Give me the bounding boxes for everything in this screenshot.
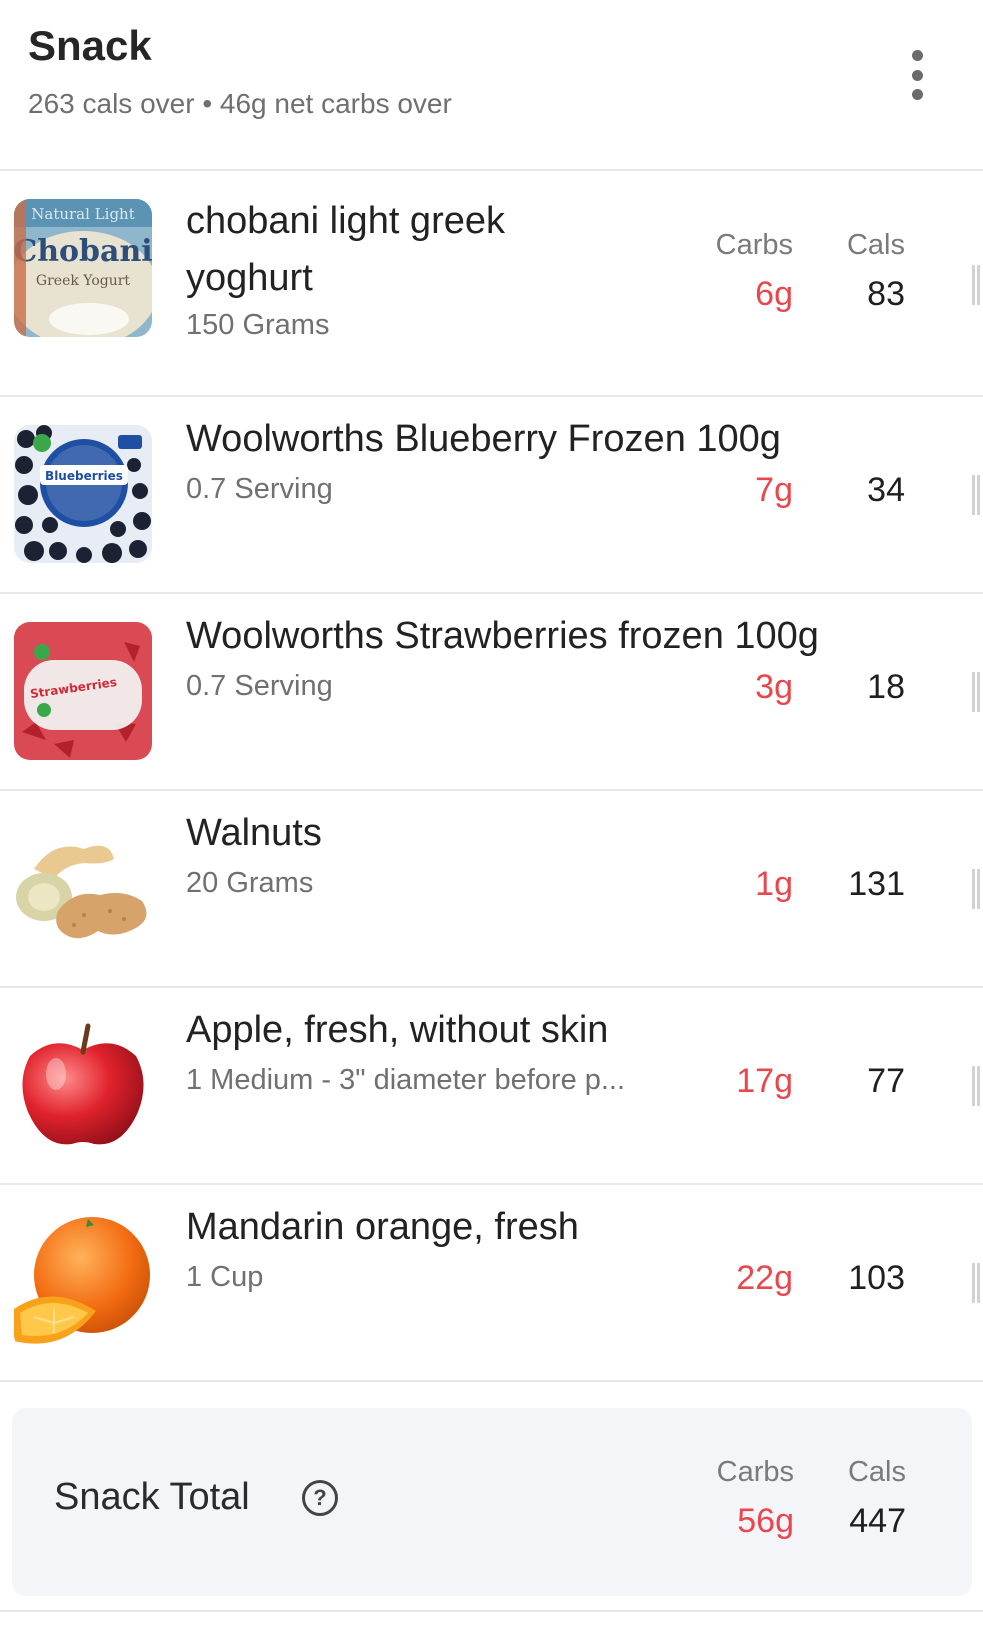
apple-icon <box>14 1016 152 1154</box>
more-options-icon[interactable] <box>902 50 932 100</box>
food-item-apple[interactable]: Apple, fresh, without skin 1 Medium - 3"… <box>0 988 983 1183</box>
cals-column-label: Cals <box>847 1456 906 1488</box>
cals-value: 18 <box>867 668 905 706</box>
food-name: Walnuts <box>186 812 322 854</box>
meal-title: Snack <box>28 22 152 69</box>
divider <box>0 1610 983 1612</box>
total-carbs-value: 56g <box>737 1502 794 1540</box>
cals-value: 77 <box>867 1062 905 1100</box>
blueberries-pack-image: Blueberries <box>14 425 152 563</box>
drag-handle-icon[interactable] <box>972 672 980 712</box>
nuts-icon <box>14 819 152 957</box>
divider <box>0 1380 983 1382</box>
food-quantity: 0.7 Serving <box>186 670 333 702</box>
carbs-value: 1g <box>755 865 793 903</box>
question-circle-icon[interactable]: ? <box>302 1480 338 1516</box>
total-cals-value: 447 <box>849 1502 906 1540</box>
food-item-strawberries[interactable]: Strawberries Woolworths Strawberries fro… <box>0 594 983 789</box>
carbs-value: 22g <box>736 1259 793 1297</box>
food-name: Woolworths Strawberries frozen 100g <box>186 615 819 657</box>
pack-label: Blueberries <box>45 469 123 483</box>
food-name: Mandarin orange, fresh <box>186 1206 579 1248</box>
food-name: Apple, fresh, without skin <box>186 1009 609 1051</box>
food-quantity: 150 Grams <box>186 309 330 341</box>
cals-value: 103 <box>848 1259 905 1297</box>
meal-summary: 263 cals over • 46g net carbs over <box>28 88 452 119</box>
chobani-yogurt-image: Natural Light Chobani Greek Yogurt <box>14 199 152 337</box>
cals-column-label: Cals <box>846 229 905 261</box>
carbs-value: 6g <box>755 275 793 313</box>
drag-handle-icon[interactable] <box>972 265 980 305</box>
meal-total-label: Snack Total <box>54 1476 250 1518</box>
brand-top-text: Natural Light <box>31 205 134 223</box>
carbs-value: 3g <box>755 668 793 706</box>
cals-value: 131 <box>848 865 905 903</box>
food-item-chobani[interactable]: Natural Light Chobani Greek Yogurt choba… <box>0 171 983 395</box>
carbs-column-label: Carbs <box>716 1456 794 1488</box>
cals-value: 83 <box>867 275 905 313</box>
brand-sub-text: Greek Yogurt <box>36 273 131 289</box>
brand-text: Chobani <box>14 234 152 269</box>
food-item-mandarin[interactable]: Mandarin orange, fresh 1 Cup 22g 103 <box>0 1185 983 1380</box>
food-name: Woolworths Blueberry Frozen 100g <box>186 418 781 460</box>
meal-header: Snack 263 cals over • 46g net carbs over <box>0 0 983 170</box>
food-quantity: 0.7 Serving <box>186 473 333 505</box>
food-quantity: 1 Medium - 3" diameter before p... <box>186 1064 626 1096</box>
orange-icon <box>14 1213 152 1351</box>
drag-handle-icon[interactable] <box>972 475 980 515</box>
food-item-walnuts[interactable]: Walnuts 20 Grams 1g 131 <box>0 791 983 986</box>
carbs-column-label: Carbs <box>715 229 793 261</box>
drag-handle-icon[interactable] <box>972 1066 980 1106</box>
cals-value: 34 <box>867 471 905 509</box>
drag-handle-icon[interactable] <box>972 869 980 909</box>
food-quantity: 20 Grams <box>186 867 314 899</box>
food-name-continued: yoghurt <box>186 257 313 299</box>
food-quantity: 1 Cup <box>186 1261 264 1293</box>
meal-total-card: Snack Total ? Carbs Cals 56g 447 <box>12 1408 972 1596</box>
carbs-value: 7g <box>755 471 793 509</box>
food-name: chobani light greek <box>186 200 505 242</box>
food-item-blueberries[interactable]: Blueberries Woolworths Blueberry Frozen … <box>0 397 983 592</box>
carbs-value: 17g <box>736 1062 793 1100</box>
strawberries-pack-image: Strawberries <box>14 622 152 760</box>
drag-handle-icon[interactable] <box>972 1263 980 1303</box>
